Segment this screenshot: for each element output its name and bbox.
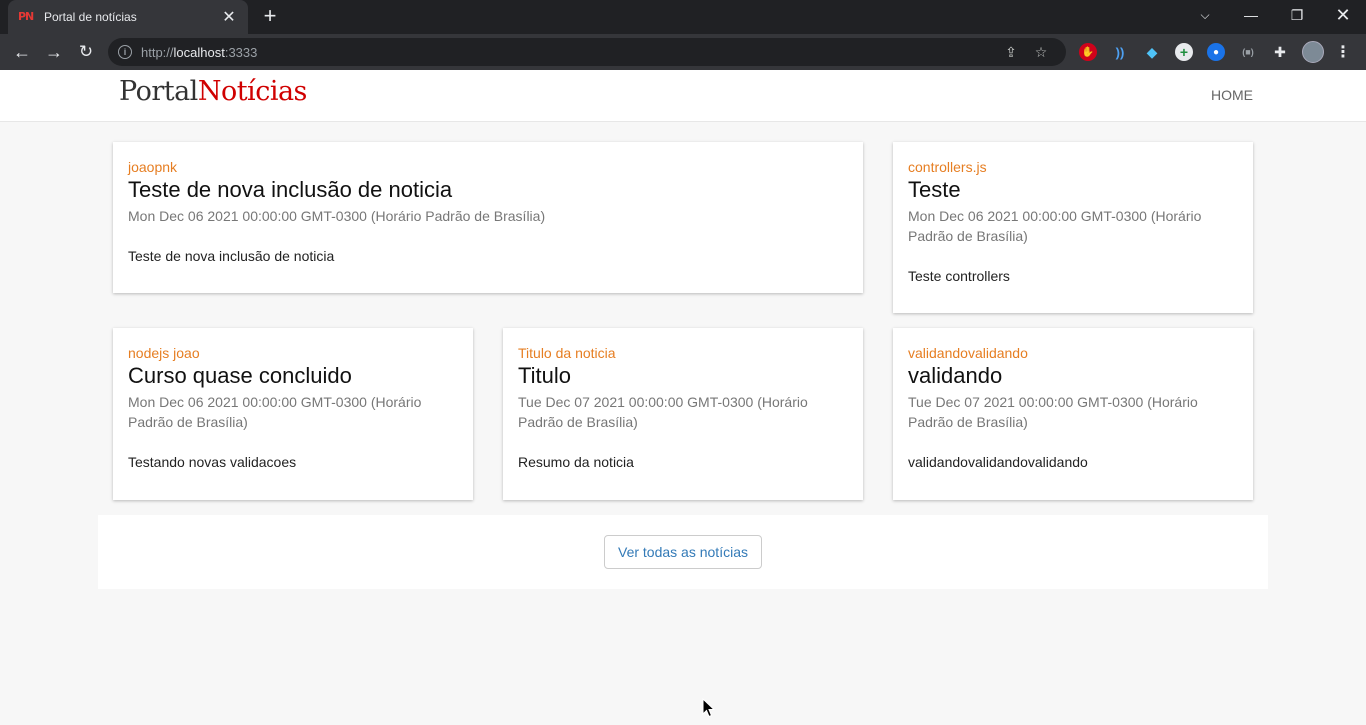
news-category: nodejs joao [128, 345, 200, 361]
tab-search-chevron-icon[interactable]: ⌵ [1182, 0, 1228, 30]
nav-home-link[interactable]: HOME [1211, 87, 1253, 103]
news-summary: Teste controllers [908, 268, 1010, 284]
view-all-news-button[interactable]: Ver todas as notícias [604, 535, 762, 569]
tab-title: Portal de notícias [44, 10, 137, 24]
news-title[interactable]: Teste de nova inclusão de noticia [128, 176, 848, 204]
news-title[interactable]: validando [908, 362, 1238, 390]
url-text[interactable]: http://localhost:3333 [141, 45, 996, 60]
news-category: joaopnk [128, 159, 178, 175]
news-date: Mon Dec 06 2021 00:00:00 GMT-0300 (Horár… [128, 394, 422, 430]
minimize-window-icon[interactable]: — [1228, 0, 1274, 30]
bookmark-star-icon[interactable]: ☆ [1026, 44, 1056, 61]
page-viewport: PortalNotícias HOME joaopnk Teste de nov… [0, 70, 1366, 725]
url-scheme: http:// [141, 44, 174, 60]
news-card[interactable]: nodejs joao Curso quase concluido Mon De… [113, 328, 473, 500]
news-date: Tue Dec 07 2021 00:00:00 GMT-0300 (Horár… [908, 394, 1198, 430]
globe-extension-icon[interactable]: ● [1207, 43, 1225, 61]
back-arrow-icon[interactable]: ← [8, 38, 36, 66]
url-host: localhost [173, 44, 225, 60]
wave-extension-icon[interactable]: )) [1111, 43, 1129, 61]
gem-extension-icon[interactable]: ◆ [1143, 43, 1161, 61]
restore-window-icon[interactable]: ❐ [1274, 0, 1320, 30]
site-favicon-icon: PN [18, 10, 34, 23]
browser-tabstrip: PN Portal de notícias ✕ + ⌵ — ❐ ✕ [0, 0, 1366, 34]
logo-text-portal: Portal [119, 76, 198, 107]
news-category: Titulo da noticia [518, 345, 616, 361]
news-category: controllers.js [908, 159, 987, 175]
share-icon[interactable]: ⇪ [996, 44, 1026, 61]
mouse-cursor-icon [702, 698, 716, 718]
browser-toolbar: ← → ↻ i http://localhost:3333 ⇪ ☆ ✋ )) ◆… [0, 34, 1366, 70]
extensions-puzzle-icon[interactable]: ✚ [1271, 43, 1289, 61]
news-title[interactable]: Curso quase concluido [128, 362, 458, 390]
news-summary: Teste de nova inclusão de noticia [128, 248, 335, 264]
news-summary: Resumo da noticia [518, 454, 634, 470]
news-date: Mon Dec 06 2021 00:00:00 GMT-0300 (Horár… [128, 208, 546, 224]
news-title[interactable]: Titulo [518, 362, 848, 390]
news-card[interactable]: validandovalidando validando Tue Dec 07 … [893, 328, 1253, 500]
adblock-extension-icon[interactable]: ✋ [1079, 43, 1097, 61]
address-bar[interactable]: i http://localhost:3333 ⇪ ☆ [108, 38, 1066, 66]
forward-arrow-icon[interactable]: → [40, 38, 68, 66]
reload-icon[interactable]: ↻ [72, 38, 100, 66]
site-logo[interactable]: PortalNotícias [119, 75, 307, 109]
news-summary: Testando novas validacoes [128, 454, 297, 470]
tab-close-icon[interactable]: ✕ [220, 7, 238, 27]
news-card[interactable]: Titulo da noticia Titulo Tue Dec 07 2021… [503, 328, 863, 500]
browser-tab[interactable]: PN Portal de notícias ✕ [8, 0, 248, 34]
logo-text-noticias: Notícias [197, 76, 308, 107]
news-date: Mon Dec 06 2021 00:00:00 GMT-0300 (Horár… [908, 208, 1202, 244]
code-extension-icon[interactable]: (■) [1239, 43, 1257, 61]
news-date: Tue Dec 07 2021 00:00:00 GMT-0300 (Horár… [518, 394, 808, 430]
news-category: validandovalidando [908, 345, 1028, 361]
news-card[interactable]: controllers.js Teste Mon Dec 06 2021 00:… [893, 142, 1253, 313]
news-summary: validandovalidandovalidando [908, 454, 1088, 470]
profile-avatar[interactable] [1302, 41, 1324, 63]
url-port: :3333 [224, 44, 258, 60]
plus-extension-icon[interactable]: + [1175, 43, 1193, 61]
site-header: PortalNotícias HOME [0, 70, 1366, 122]
browser-menu-kebab-icon[interactable]: ⋮ [1334, 43, 1352, 61]
new-tab-plus-icon[interactable]: + [258, 5, 282, 29]
site-info-icon[interactable]: i [118, 45, 132, 59]
close-window-icon[interactable]: ✕ [1320, 0, 1366, 30]
news-title[interactable]: Teste [908, 176, 1238, 204]
all-news-panel: Ver todas as notícias [98, 515, 1268, 589]
news-card[interactable]: joaopnk Teste de nova inclusão de notici… [113, 142, 863, 293]
